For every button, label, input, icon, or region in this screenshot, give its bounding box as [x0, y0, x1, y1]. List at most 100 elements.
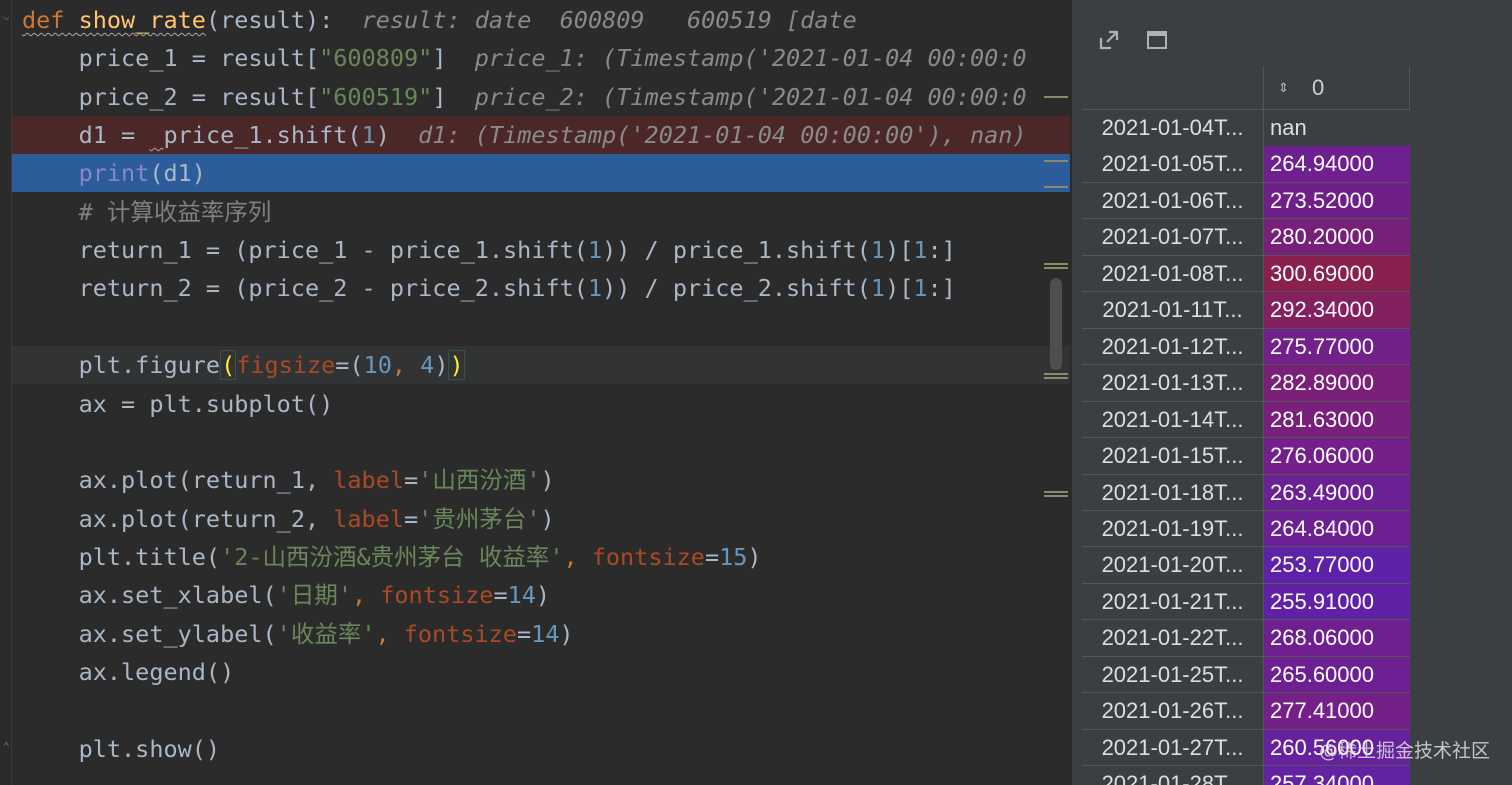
row-index-cell[interactable]: 2021-01-11T...	[1082, 292, 1264, 329]
table-row[interactable]: 2021-01-22T... 268.06000	[1082, 620, 1412, 657]
code-token: )) / price_1.shift(	[602, 236, 871, 265]
row-value-cell[interactable]: 257.34000	[1264, 766, 1410, 785]
code-token: )	[375, 121, 390, 150]
code-token: # 计算收益率序列	[22, 197, 272, 226]
row-value-cell[interactable]: 268.06000	[1264, 620, 1410, 657]
row-index-cell[interactable]: 2021-01-04T...	[1082, 110, 1264, 147]
code-line[interactable]: plt.title('2-山西汾酒&贵州茅台 收益率', fontsize=15…	[12, 538, 1070, 576]
code-line[interactable]: ax.set_xlabel('日期', fontsize=14)	[12, 576, 1070, 614]
row-index-cell[interactable]: 2021-01-20T...	[1082, 547, 1264, 584]
row-value-cell[interactable]: 282.89000	[1264, 365, 1410, 402]
table-row[interactable]: 2021-01-11T... 292.34000	[1082, 292, 1412, 329]
code-line[interactable]: ax = plt.subplot()	[12, 385, 1070, 423]
row-value-cell[interactable]: 255.91000	[1264, 583, 1410, 621]
code-line[interactable]: d1 = price_1.shift(1) d1: (Timestamp('20…	[12, 116, 1070, 155]
row-index-cell[interactable]: 2021-01-27T...	[1082, 729, 1264, 767]
row-index-cell[interactable]: 2021-01-13T...	[1082, 365, 1264, 402]
fold-open-icon[interactable]: ⌵	[3, 10, 15, 24]
code-line[interactable]: ax.plot(return_2, label='贵州茅台')	[12, 500, 1070, 538]
expand-icon[interactable]	[1097, 28, 1121, 52]
row-value-cell[interactable]: 280.20000	[1264, 219, 1410, 256]
code-line[interactable]	[12, 308, 1070, 346]
code-line[interactable]: plt.figure(figsize=(10, 4))	[12, 346, 1070, 385]
table-row[interactable]: 2021-01-20T... 253.77000	[1082, 547, 1412, 584]
table-row[interactable]: 2021-01-21T... 255.91000	[1082, 583, 1412, 621]
row-value-cell[interactable]: 265.60000	[1264, 656, 1410, 694]
code-token: show_rate	[78, 6, 206, 34]
row-index-cell[interactable]: 2021-01-12T...	[1082, 328, 1264, 366]
table-row[interactable]: 2021-01-25T... 265.60000	[1082, 656, 1412, 694]
table-row[interactable]: 2021-01-07T... 280.20000	[1082, 219, 1412, 256]
stripe-mark[interactable]	[1044, 263, 1068, 269]
code-line[interactable]	[12, 691, 1070, 729]
row-index-cell[interactable]: 2021-01-07T...	[1082, 219, 1264, 256]
stripe-mark[interactable]	[1044, 186, 1068, 188]
window-icon[interactable]	[1145, 28, 1169, 52]
table-row[interactable]: 2021-01-19T... 264.84000	[1082, 510, 1412, 548]
code-line[interactable]: print(d1)	[12, 154, 1070, 193]
code-line[interactable]: return_1 = (price_1 - price_1.shift(1)) …	[12, 231, 1070, 269]
code-line[interactable]	[12, 423, 1070, 461]
code-line[interactable]: price_2 = result["600519"] price_2: (Tim…	[12, 78, 1070, 116]
code-token: :]	[927, 274, 956, 303]
stripe-mark[interactable]	[1044, 491, 1068, 497]
row-value-cell[interactable]: 277.41000	[1264, 693, 1410, 730]
row-index-cell[interactable]: 2021-01-06T...	[1082, 182, 1264, 220]
row-index-cell[interactable]: 2021-01-25T...	[1082, 656, 1264, 694]
code-line[interactable]: price_1 = result["600809"] price_1: (Tim…	[12, 39, 1070, 77]
table-row[interactable]: 2021-01-15T... 276.06000	[1082, 438, 1412, 475]
row-index-cell[interactable]: 2021-01-05T...	[1082, 146, 1264, 183]
error-stripe[interactable]	[1040, 0, 1070, 785]
sort-icon[interactable]: ⇕	[1278, 66, 1289, 110]
table-row[interactable]: 2021-01-04T... nan	[1082, 110, 1412, 147]
row-value-cell[interactable]: 275.77000	[1264, 328, 1410, 366]
code-token: '贵州茅台'	[418, 504, 541, 533]
row-value-cell[interactable]: nan	[1264, 110, 1410, 147]
column-header[interactable]: ⇕ 0	[1264, 66, 1410, 110]
stripe-mark[interactable]	[1044, 373, 1068, 379]
stripe-mark[interactable]	[1044, 96, 1068, 98]
code-line[interactable]: def show_rate(result): result: date 6008…	[12, 1, 1070, 39]
row-index-cell[interactable]: 2021-01-22T...	[1082, 620, 1264, 657]
row-value-cell[interactable]: 292.34000	[1264, 292, 1410, 329]
row-value-cell[interactable]: 264.94000	[1264, 146, 1410, 183]
code-text: plt.title('2-山西汾酒&贵州茅台 收益率', fontsize=15…	[22, 538, 762, 576]
row-index-cell[interactable]: 2021-01-08T...	[1082, 255, 1264, 293]
row-index-cell[interactable]: 2021-01-15T...	[1082, 438, 1264, 475]
row-value-cell[interactable]: 264.84000	[1264, 510, 1410, 548]
row-value-cell[interactable]: 263.49000	[1264, 474, 1410, 511]
code-editor[interactable]: def show_rate(result): result: date 6008…	[0, 0, 1072, 785]
table-row[interactable]: 2021-01-14T... 281.63000	[1082, 401, 1412, 439]
editor-scrollbar-thumb[interactable]	[1050, 278, 1062, 370]
table-row[interactable]: 2021-01-05T... 264.94000	[1082, 146, 1412, 183]
row-index-cell[interactable]: 2021-01-26T...	[1082, 693, 1264, 730]
row-value-cell[interactable]: 276.06000	[1264, 438, 1410, 475]
code-line[interactable]: # 计算收益率序列	[12, 193, 1070, 231]
table-row[interactable]: 2021-01-18T... 263.49000	[1082, 474, 1412, 511]
row-index-cell[interactable]: 2021-01-21T...	[1082, 583, 1264, 621]
code-line[interactable]: ax.set_ylabel('收益率', fontsize=14)	[12, 615, 1070, 653]
stripe-mark[interactable]	[1044, 160, 1068, 162]
table-row[interactable]: 2021-01-06T... 273.52000	[1082, 182, 1412, 220]
table-row[interactable]: 2021-01-08T... 300.69000	[1082, 255, 1412, 293]
table-row[interactable]: 2021-01-13T... 282.89000	[1082, 365, 1412, 402]
row-value-cell[interactable]: 253.77000	[1264, 547, 1410, 584]
row-value-cell[interactable]: 281.63000	[1264, 401, 1410, 439]
row-index-cell[interactable]: 2021-01-14T...	[1082, 401, 1264, 439]
table-row[interactable]: 2021-01-26T... 277.41000	[1082, 693, 1412, 730]
row-value-cell[interactable]: 300.69000	[1264, 255, 1410, 293]
row-value-cell[interactable]: 273.52000	[1264, 182, 1410, 220]
code-token: :]	[927, 236, 956, 265]
row-index-cell[interactable]: 2021-01-19T...	[1082, 510, 1264, 548]
table-row[interactable]: 2021-01-28T... 257.34000	[1082, 766, 1412, 785]
fold-close-icon[interactable]: ⌃	[3, 740, 15, 754]
row-index-cell[interactable]: 2021-01-18T...	[1082, 474, 1264, 511]
code-line[interactable]: ax.legend()	[12, 653, 1070, 691]
code-line[interactable]: ax.plot(return_1, label='山西汾酒')	[12, 461, 1070, 499]
table-row[interactable]: 2021-01-12T... 275.77000	[1082, 328, 1412, 366]
index-header[interactable]	[1082, 66, 1264, 110]
code-line[interactable]: plt.show()	[12, 730, 1070, 768]
row-index-cell[interactable]: 2021-01-28T...	[1082, 766, 1264, 785]
viewer-toolbar	[1072, 0, 1512, 66]
code-line[interactable]: return_2 = (price_2 - price_2.shift(1)) …	[12, 269, 1070, 307]
